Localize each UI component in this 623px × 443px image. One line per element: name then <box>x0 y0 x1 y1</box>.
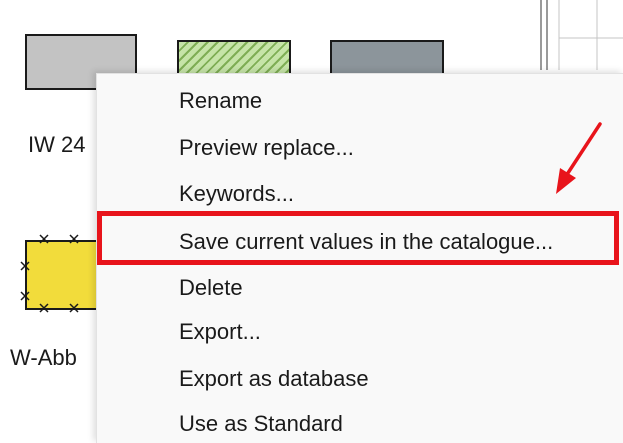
menu-item-keywords[interactable]: Keywords... <box>179 181 294 207</box>
swatch-label: W-Abb <box>10 345 77 370</box>
menu-item-use-as-standard[interactable]: Use as Standard <box>179 411 343 437</box>
menu-item-export-as-database[interactable]: Export as database <box>179 366 369 392</box>
swatch-label: IW 24 <box>28 132 86 157</box>
menu-item-rename[interactable]: Rename <box>179 88 262 114</box>
cross-marks-icon <box>20 234 79 313</box>
highlight-box <box>97 211 619 265</box>
menu-item-delete[interactable]: Delete <box>179 275 243 301</box>
yellow-swatch[interactable] <box>20 234 103 313</box>
red-arrow-icon <box>556 122 602 194</box>
menu-item-preview-replace[interactable]: Preview replace... <box>179 135 354 161</box>
menu-item-export[interactable]: Export... <box>179 319 261 345</box>
window-frame-fragment <box>540 0 623 70</box>
